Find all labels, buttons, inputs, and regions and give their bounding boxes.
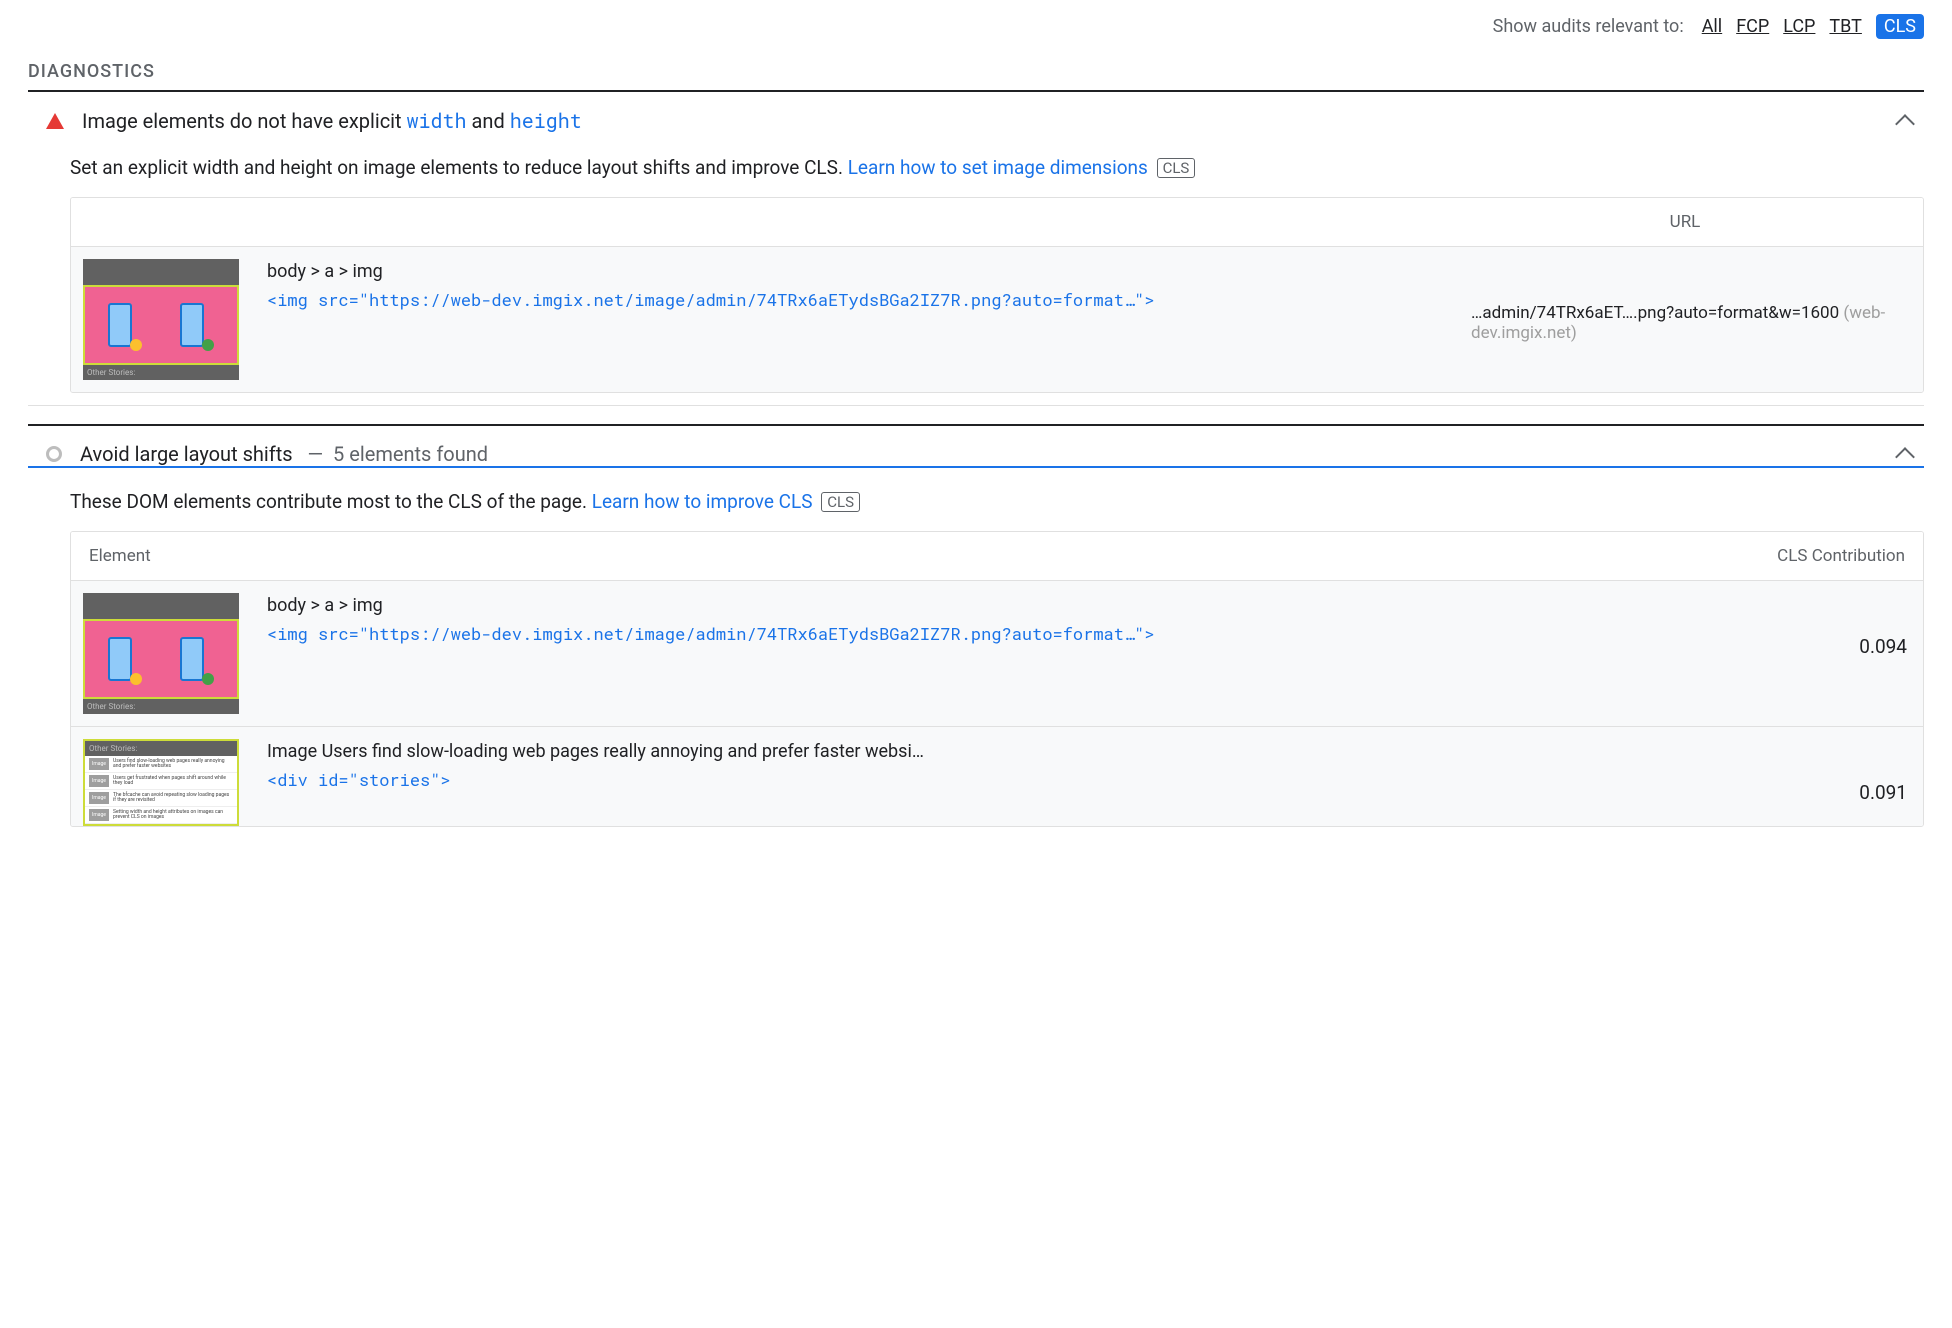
audit-header[interactable]: Image elements do not have explicit widt… (28, 108, 1924, 134)
filter-cls-active[interactable]: CLS (1876, 14, 1924, 39)
info-circle-icon (46, 446, 62, 462)
cls-badge: CLS (1157, 158, 1196, 178)
element-snippet: <div id="stories"> (267, 768, 1717, 791)
element-snippet: <img src="https://web-dev.imgix.net/imag… (267, 288, 1457, 311)
col-element-header: Element (89, 546, 1725, 566)
table-header: URL (71, 198, 1923, 247)
chevron-up-icon (1895, 114, 1915, 134)
active-audit-underline (28, 466, 1924, 468)
table-header: Element CLS Contribution (71, 532, 1923, 581)
learn-link[interactable]: Learn how to improve CLS (592, 490, 813, 513)
cls-value: 0.094 (1731, 593, 1911, 658)
element-thumbnail: Other Stories: (83, 259, 253, 380)
learn-link[interactable]: Learn how to set image dimensions (848, 156, 1148, 179)
cls-value: 0.091 (1731, 739, 1911, 804)
cls-badge: CLS (821, 492, 860, 512)
audit-title: Avoid large layout shifts — 5 elements f… (80, 442, 1880, 466)
filter-fcp[interactable]: FCP (1736, 16, 1769, 37)
table-row[interactable]: Other Stories: body > a > img <img src="… (71, 581, 1923, 727)
audit-layout-shifts: Avoid large layout shifts — 5 elements f… (28, 426, 1924, 466)
element-snippet: <img src="https://web-dev.imgix.net/imag… (267, 622, 1717, 645)
audit-header[interactable]: Avoid large layout shifts — 5 elements f… (28, 442, 1924, 466)
audit-image-dimensions: Image elements do not have explicit widt… (28, 92, 1924, 406)
dom-path: body > a > img (267, 593, 1717, 616)
table-row[interactable]: Other Stories: body > a > img <img src="… (71, 247, 1923, 392)
table-row[interactable]: Other Stories: ImageUsers find slow-load… (71, 727, 1923, 826)
chevron-up-icon (1895, 447, 1915, 467)
audit-description: These DOM elements contribute most to th… (70, 490, 1924, 513)
dom-path: Image Users find slow-loading web pages … (267, 739, 1717, 762)
filter-all[interactable]: All (1702, 16, 1723, 37)
audit-title: Image elements do not have explicit widt… (82, 108, 1880, 134)
filter-label: Show audits relevant to: (1493, 16, 1684, 37)
dom-path: body > a > img (267, 259, 1457, 282)
col-cls-header: CLS Contribution (1725, 546, 1905, 566)
filter-tbt[interactable]: TBT (1829, 16, 1861, 37)
element-thumbnail: Other Stories: ImageUsers find slow-load… (83, 739, 253, 826)
url-cell: …admin/74TRx6aET….png?auto=format&w=1600… (1471, 259, 1911, 343)
audit-description: Set an explicit width and height on imag… (70, 156, 1924, 179)
audit-filter-bar: Show audits relevant to: All FCP LCP TBT… (28, 10, 1924, 53)
col-url-header: URL (1465, 212, 1905, 232)
audit-table: URL Other Stories: body > a > img <img s… (70, 197, 1924, 393)
diagnostics-heading: DIAGNOSTICS (28, 61, 1924, 82)
fail-triangle-icon (46, 113, 64, 129)
audit-table: Element CLS Contribution Other Stories: … (70, 531, 1924, 827)
element-thumbnail: Other Stories: (83, 593, 253, 714)
filter-lcp[interactable]: LCP (1783, 16, 1815, 37)
